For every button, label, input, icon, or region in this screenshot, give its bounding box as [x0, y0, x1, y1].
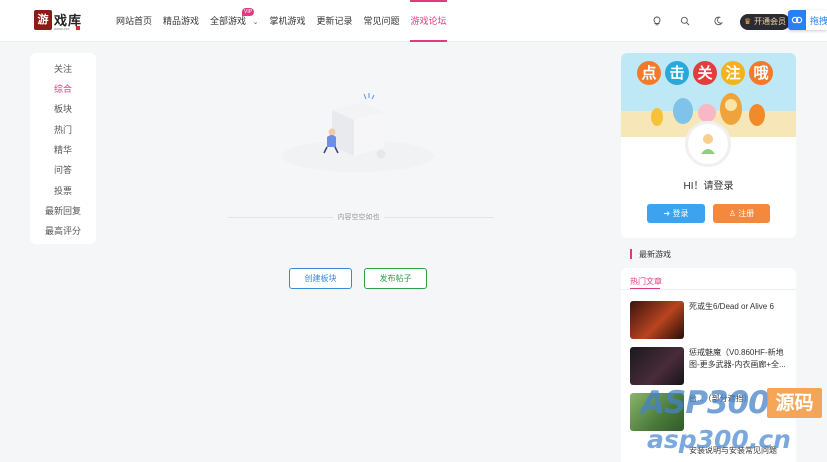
hot-articles-title[interactable]: 热门文章 — [630, 276, 662, 287]
baidu-float-button[interactable]: 拖拽 — [788, 10, 827, 30]
forum-sidebar: 关注 综合 板块 热门 精华 问答 投票 最新回复 最高评分 — [30, 53, 96, 244]
divider — [621, 289, 796, 290]
list-item[interactable]: 台...（部分遮挡） — [630, 393, 790, 433]
article-thumbnail — [630, 347, 684, 385]
logo-sub: www.xxx — [54, 26, 70, 31]
search-icon[interactable] — [677, 13, 693, 29]
create-board-button[interactable]: 创建板块 — [289, 268, 352, 289]
nav-handheld[interactable]: 掌机游戏 — [269, 0, 305, 42]
sidebar-item-top-rated[interactable]: 最高评分 — [30, 224, 96, 237]
article-thumbnail — [630, 301, 684, 339]
article-title: 安装说明与安装常见问题 — [689, 446, 777, 455]
user-icon: ♙ — [728, 209, 739, 218]
sidebar-item-essence[interactable]: 精华 — [30, 143, 96, 156]
banner-letter: 注 — [721, 61, 745, 85]
sidebar-item-general[interactable]: 综合 — [30, 82, 96, 95]
list-item[interactable]: 惩戒魅魔（V0.860HF-新地图-更多武器-内衣画廊+全... — [630, 347, 790, 387]
logo-dot — [76, 26, 80, 30]
sidebar-item-follow[interactable]: 关注 — [30, 62, 96, 75]
list-item[interactable]: 安装说明与安装常见问题 — [630, 445, 790, 462]
register-button[interactable]: ♙ 注册 — [713, 204, 770, 223]
divider-right — [384, 217, 494, 218]
article-title: 台...（部分遮挡） — [689, 394, 752, 403]
sidebar-item-qa[interactable]: 问答 — [30, 163, 96, 176]
sidebar-item-hot[interactable]: 热门 — [30, 123, 96, 136]
cloud-icon — [788, 10, 806, 30]
sidebar-item-boards[interactable]: 板块 — [30, 102, 96, 115]
nav-faq[interactable]: 常见问题 — [363, 0, 399, 42]
avatar[interactable] — [685, 121, 731, 167]
list-item[interactable]: 死或生6/Dead or Alive 6 — [630, 301, 790, 341]
banner-letter: 击 — [665, 61, 689, 85]
nav-featured[interactable]: 精品游戏 — [163, 0, 199, 42]
crown-icon: ♛ — [744, 17, 752, 26]
article-title: 死或生6/Dead or Alive 6 — [689, 302, 774, 311]
login-button[interactable]: ➜ 登录 — [647, 204, 705, 223]
latest-games-title: 最新游戏 — [630, 249, 671, 260]
tab-underline — [630, 288, 660, 289]
banner-letter: 哦 — [749, 61, 773, 85]
nav-all-games[interactable]: 全部游戏 VIP ⌄ — [210, 0, 258, 42]
nav-changelog[interactable]: 更新记录 — [316, 0, 352, 42]
banner-letter: 点 — [637, 61, 661, 85]
banner-letter: 关 — [693, 61, 717, 85]
article-title: 惩戒魅魔（V0.860HF-新地图-更多武器-内衣画廊+全... — [689, 348, 786, 369]
top-header: 游 戏库 www.xxx 网站首页 精品游戏 全部游戏 VIP ⌄ 掌机游戏 更… — [0, 0, 827, 42]
empty-illustration — [280, 90, 436, 180]
nav-home[interactable]: 网站首页 — [116, 0, 152, 42]
vip-badge: VIP — [242, 8, 255, 16]
publish-post-button[interactable]: 发布帖子 — [364, 268, 427, 289]
empty-state-text: 内容空空如也 — [337, 214, 380, 221]
nav-forum[interactable]: 游戏论坛 — [410, 0, 447, 42]
site-logo[interactable]: 游 戏库 www.xxx — [34, 10, 82, 34]
open-vip-button[interactable]: ♛ 开通会员 — [740, 14, 790, 30]
chevron-down-icon: ⌄ — [252, 19, 259, 26]
divider-left — [228, 217, 333, 218]
sidebar-item-latest-reply[interactable]: 最新回复 — [30, 204, 96, 217]
baidu-label: 拖拽 — [810, 16, 827, 26]
moon-icon[interactable] — [710, 13, 726, 29]
profile-card: 点 击 关 注 哦 HI！请登录 ➜ 登录 ♙ 注册 — [621, 53, 796, 238]
sidebar-item-vote[interactable]: 投票 — [30, 184, 96, 197]
lightbulb-icon[interactable] — [649, 13, 665, 29]
login-prompt: HI！请登录 — [683, 181, 734, 192]
logo-mark: 游 — [34, 10, 52, 30]
hot-articles-card: 热门文章 死或生6/Dead or Alive 6 惩戒魅魔（V0.860HF-… — [621, 268, 796, 462]
article-thumbnail — [630, 393, 684, 431]
main-nav: 网站首页 精品游戏 全部游戏 VIP ⌄ 掌机游戏 更新记录 常见问题 游戏论坛 — [116, 0, 458, 42]
